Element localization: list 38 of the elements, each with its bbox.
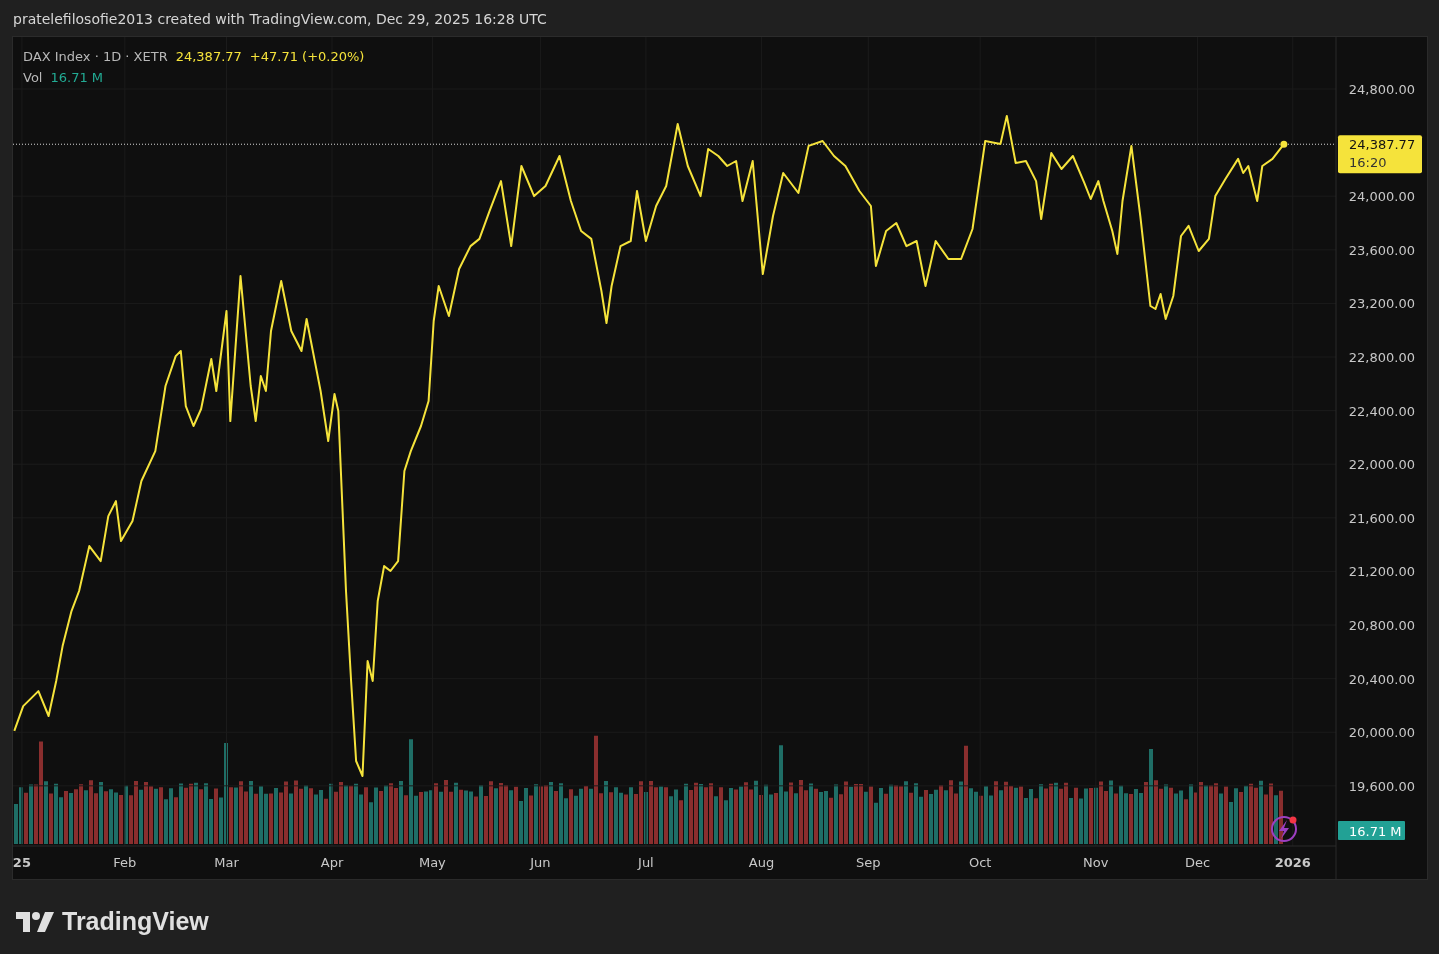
time-axis-label: 2026 bbox=[1274, 855, 1311, 870]
time-axis-label: May bbox=[418, 855, 446, 870]
lightning-icon bbox=[1271, 816, 1297, 842]
price-axis-label: 22,000.00 bbox=[1348, 457, 1415, 473]
price-axis-label: 20,000.00 bbox=[1348, 725, 1415, 741]
volume-value: 16.71 M bbox=[50, 70, 104, 85]
price-axis-label: 20,400.00 bbox=[1348, 671, 1415, 687]
time-axis-label: Feb bbox=[113, 855, 137, 870]
time-axis-label: 25 bbox=[13, 855, 31, 870]
chart-caption: pratelefilosofie2013 created with TradingView.com, Dec 29, 2025 16:28 UTC bbox=[12, 10, 548, 29]
price-axis-label: 24,000.00 bbox=[1348, 189, 1415, 205]
price-axis-label: 22,800.00 bbox=[1348, 350, 1415, 365]
last-price-dot bbox=[1280, 140, 1288, 148]
time-axis-label: Nov bbox=[1083, 855, 1109, 870]
logo-icon bbox=[16, 911, 54, 932]
price-value: 24,387.77 bbox=[175, 49, 242, 64]
time-axis-label: Jul bbox=[638, 855, 654, 870]
price-axis-label: 22,400.00 bbox=[1348, 403, 1415, 419]
time-axis-label: Mar bbox=[214, 855, 239, 870]
volume-label: Vol bbox=[23, 70, 43, 85]
price-axis-label: 21,600.00 bbox=[1348, 510, 1415, 526]
logo-text: TradingView bbox=[62, 907, 209, 936]
time-axis-label: Apr bbox=[320, 855, 344, 870]
price-axis-label: 20,800.00 bbox=[1348, 618, 1415, 633]
price-badge: 24,387.77 16:20 bbox=[1338, 135, 1422, 174]
price-axis-label: 19,600.00 bbox=[1348, 778, 1415, 794]
time-axis-label: Sep bbox=[856, 855, 881, 870]
volume-badge: 16.71 M bbox=[1338, 821, 1405, 840]
time-axis-label: Aug bbox=[748, 855, 775, 870]
symbol-label: DAX Index · 1D · XETR bbox=[23, 49, 168, 64]
time-axis-label: Dec bbox=[1184, 855, 1211, 870]
price-change: +47.71 (+0.20%) bbox=[249, 49, 365, 64]
price-axis-label: 23,600.00 bbox=[1348, 242, 1415, 258]
price-axis-label: 24,800.00 bbox=[1348, 82, 1415, 97]
price-axis-label: 23,200.00 bbox=[1348, 296, 1415, 312]
time-axis-label: Oct bbox=[968, 855, 992, 870]
price-axis-label: 21,200.00 bbox=[1348, 564, 1415, 580]
time-axis-label: Jun bbox=[530, 855, 551, 870]
